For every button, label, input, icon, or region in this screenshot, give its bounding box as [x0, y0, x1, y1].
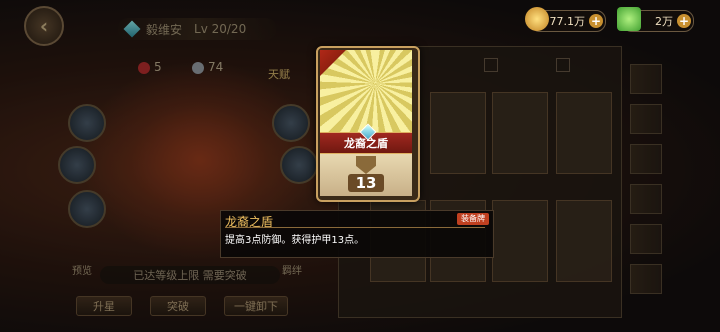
add-gold-button[interactable]: + — [589, 14, 603, 28]
gold-counter: 77.1万 + — [525, 7, 606, 32]
green-gem-icon — [617, 7, 641, 31]
add-gem-button[interactable]: + — [677, 14, 691, 28]
equipped-tag: 装备牌 — [457, 213, 489, 225]
gem-amount: 2万 — [655, 15, 673, 28]
card-description-panel: 龙裔之盾 装备牌 提高3点防御。获得护甲13点。 — [220, 210, 494, 258]
description-text: 提高3点防御。获得护甲13点。 — [225, 235, 365, 246]
armor-value: 13 — [348, 174, 384, 192]
gold-amount: 77.1万 — [549, 15, 586, 28]
gold-coin-icon — [525, 7, 549, 31]
shield-artwork — [320, 50, 412, 134]
divider — [225, 227, 485, 228]
gem-counter: 2万 + — [617, 7, 694, 32]
equipment-card-detail: 龙裔之盾 13 — [316, 46, 420, 202]
